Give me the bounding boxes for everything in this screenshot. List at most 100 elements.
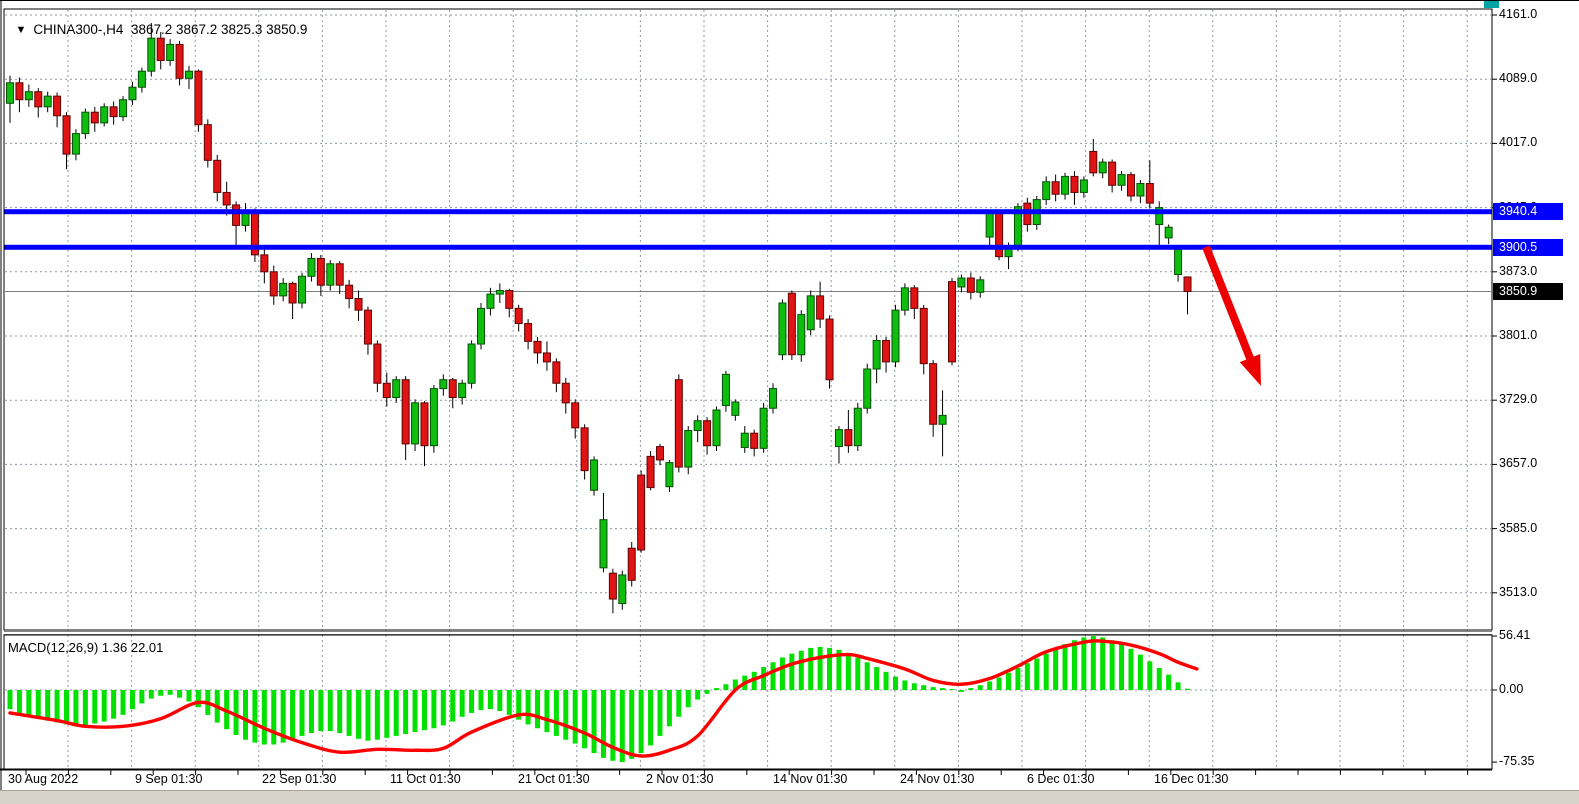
macd-histogram-bar: [582, 690, 587, 748]
candle-body: [195, 71, 202, 125]
macd-histogram-bar: [1072, 640, 1077, 690]
candle-body: [543, 353, 550, 362]
date-label: 16 Dec 01:30: [1154, 772, 1228, 786]
price-tick-label: 3513.0: [1499, 585, 1537, 599]
candle-body: [1184, 277, 1191, 292]
macd-histogram-bar: [723, 684, 728, 690]
macd-histogram-bar: [479, 690, 484, 710]
candle-body: [317, 258, 324, 285]
macd-histogram-bar: [714, 688, 719, 690]
candle-body: [129, 87, 136, 99]
candle-body: [751, 433, 758, 448]
candle-body: [845, 430, 852, 446]
macd-histogram-bar: [1100, 637, 1105, 690]
macd-histogram-bar: [884, 672, 889, 690]
macd-histogram-bar: [629, 690, 634, 759]
candle-body: [930, 364, 937, 425]
macd-histogram-bar: [1044, 654, 1049, 690]
candle-body: [854, 408, 861, 445]
macd-histogram-bar: [771, 662, 776, 690]
macd-histogram-bar: [808, 648, 813, 690]
candle-body: [647, 456, 654, 487]
candle-body: [308, 258, 315, 276]
macd-histogram-bar: [92, 690, 97, 723]
candle-body: [760, 408, 767, 448]
candle-body: [204, 125, 211, 161]
macd-histogram-bar: [563, 690, 568, 740]
macd-histogram-bar: [497, 690, 502, 711]
macd-tick-label: 0.00: [1499, 682, 1523, 696]
macd-histogram-bar: [818, 647, 823, 690]
macd-histogram-bar: [667, 690, 672, 726]
macd-histogram-bar: [139, 690, 144, 703]
candle-body: [1071, 176, 1078, 192]
candle-body: [364, 310, 371, 344]
macd-histogram-bar: [488, 690, 493, 709]
candle-body: [732, 402, 739, 415]
bottom-scrollbar-track[interactable]: [0, 790, 1579, 804]
macd-histogram-bar: [676, 690, 681, 717]
macd-histogram-bar: [789, 654, 794, 690]
horizontal-level-line[interactable]: [4, 245, 1492, 250]
title-spacer: [123, 22, 131, 37]
macd-histogram-bar: [102, 690, 107, 722]
date-label: 24 Nov 01:30: [900, 772, 974, 786]
macd-histogram-bar: [394, 690, 399, 736]
macd-histogram-bar: [413, 690, 418, 732]
macd-histogram-bar: [1081, 637, 1086, 690]
candle-body: [412, 403, 419, 444]
candle-body: [261, 255, 268, 272]
macd-histogram-bar: [1063, 644, 1068, 690]
candle-body: [148, 38, 155, 71]
candle-body: [157, 38, 164, 60]
macd-histogram-bar: [177, 690, 182, 698]
candle-body: [355, 299, 362, 311]
candle-body: [7, 83, 14, 104]
candle-body: [892, 310, 899, 362]
macd-histogram-bar: [846, 654, 851, 690]
macd-histogram-bar: [1006, 673, 1011, 690]
macd-histogram-bar: [1091, 636, 1096, 690]
macd-histogram-bar: [1166, 675, 1171, 690]
ohlc-readout: 3867.2 3867.2 3825.3 3850.9: [131, 22, 307, 37]
macd-histogram-bar: [902, 680, 907, 690]
macd-histogram-bar: [186, 690, 191, 701]
macd-histogram-bar: [365, 690, 370, 741]
candle-body: [468, 344, 475, 383]
macd-histogram-bar: [262, 690, 267, 745]
macd-histogram-bar: [761, 667, 766, 690]
macd-histogram-bar: [865, 662, 870, 690]
macd-histogram-bar: [601, 690, 606, 758]
candle-body: [110, 107, 117, 117]
candle-body: [685, 431, 692, 468]
macd-tick-label: -75.35: [1499, 754, 1534, 768]
candle-body: [864, 369, 871, 408]
horizontal-level-line[interactable]: [4, 209, 1492, 214]
date-label: 30 Aug 2022: [8, 772, 78, 786]
candle-body: [911, 288, 918, 309]
candle-body: [901, 288, 908, 310]
macd-histogram-bar: [460, 690, 465, 717]
candle-body: [374, 344, 381, 383]
candle-body: [430, 389, 437, 446]
candle-body: [393, 380, 400, 398]
macd-histogram-bar: [111, 690, 116, 719]
candle-body: [920, 308, 927, 363]
macd-histogram-bar: [441, 690, 446, 725]
candle-body: [562, 383, 569, 403]
candle-body: [138, 71, 145, 87]
macd-histogram-bar: [375, 690, 380, 740]
trend-arrow-head[interactable]: [1240, 354, 1261, 386]
candle-body: [185, 71, 192, 78]
macd-histogram-bar: [64, 690, 69, 724]
macd-histogram-bar: [959, 690, 964, 692]
chart-canvas[interactable]: [0, 0, 1579, 803]
macd-histogram-bar: [657, 690, 662, 736]
chart-shift-marker[interactable]: [1484, 1, 1499, 8]
macd-histogram-bar: [1138, 655, 1143, 690]
symbol-dropdown-icon[interactable]: ▼: [16, 24, 27, 36]
price-tick-label: 3657.0: [1499, 456, 1537, 470]
macd-histogram-bar: [271, 690, 276, 745]
candle-body: [289, 283, 296, 303]
candle-body: [572, 403, 579, 428]
